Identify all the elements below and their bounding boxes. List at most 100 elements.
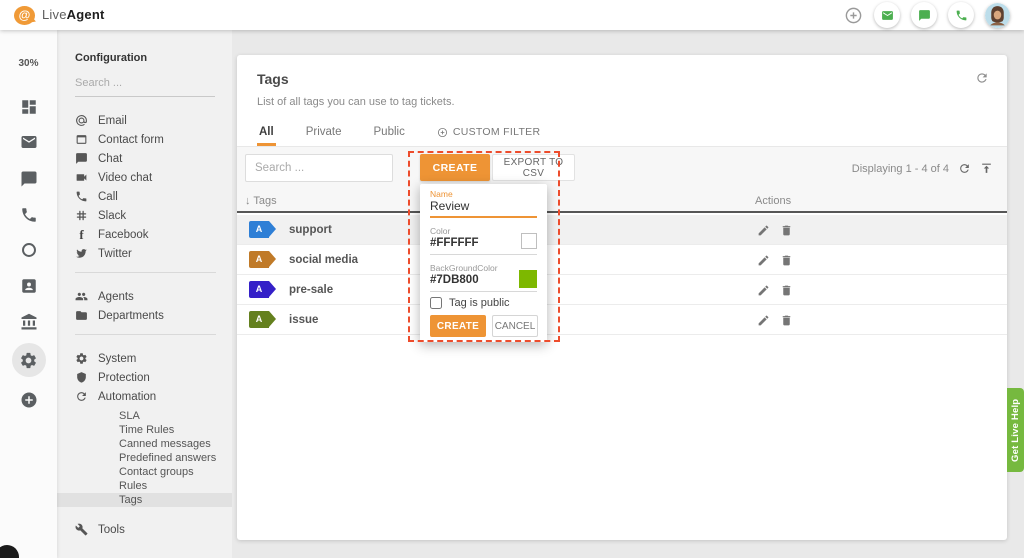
sidebar-item-rules[interactable]: Rules: [57, 479, 232, 493]
chat-bubble-icon: [75, 152, 88, 165]
sidebar-item-tags[interactable]: Tags: [57, 493, 232, 507]
sidebar-item-sla[interactable]: SLA: [57, 409, 232, 423]
edit-icon[interactable]: [757, 314, 770, 327]
search-input[interactable]: [245, 154, 393, 182]
new-call-button[interactable]: [948, 2, 974, 28]
new-chat-button[interactable]: [911, 2, 937, 28]
sidebar-item-call[interactable]: Call: [75, 187, 232, 206]
ring-icon: [20, 241, 38, 259]
color-value[interactable]: #FFFFFF: [430, 237, 479, 249]
email-icon: [881, 9, 894, 22]
name-label: Name: [430, 189, 453, 199]
add-new-icon[interactable]: [844, 6, 863, 25]
tag-letter: A: [255, 314, 263, 324]
get-live-help-button[interactable]: Get Live Help: [1007, 388, 1024, 472]
tags-table-body: A support A social media A pre-sale A is…: [237, 215, 1007, 335]
sidebar-tools: Tools: [75, 520, 232, 539]
sidebar-item-email[interactable]: Email: [75, 111, 232, 130]
delete-icon[interactable]: [780, 254, 793, 267]
tab-custom-filter[interactable]: CUSTOM FILTER: [435, 121, 543, 146]
tag-pill: A: [249, 221, 276, 238]
sidebar-directory: Agents Departments: [75, 287, 232, 325]
sidebar-item-departments[interactable]: Departments: [75, 306, 232, 325]
chat-icon: [918, 9, 931, 22]
folder-icon: [75, 309, 88, 322]
logo-text-live: Live: [42, 7, 67, 22]
refresh-icon[interactable]: [975, 71, 989, 85]
edit-icon[interactable]: [757, 224, 770, 237]
sidebar-item-twitter[interactable]: Twitter: [75, 244, 232, 263]
sidebar-channels: Email Contact form Chat Video chat Call …: [75, 111, 232, 263]
color-label: Color: [430, 226, 451, 236]
background-color-swatch[interactable]: [519, 270, 537, 288]
sidebar-item-agents[interactable]: Agents: [75, 287, 232, 306]
tag-letter: A: [255, 224, 263, 234]
sidebar-item-contact-groups[interactable]: Contact groups: [57, 465, 232, 479]
column-header-tags[interactable]: ↓ Tags: [245, 195, 277, 207]
sidebar-item-system[interactable]: System: [75, 349, 232, 368]
scroll-to-top-icon[interactable]: [980, 162, 993, 175]
people-icon: [75, 290, 88, 303]
usage-percent: 30%: [18, 58, 39, 69]
edit-icon[interactable]: [757, 254, 770, 267]
sidebar-item-time-rules[interactable]: Time Rules: [57, 423, 232, 437]
tab-private[interactable]: Private: [304, 121, 344, 146]
tab-public[interactable]: Public: [372, 121, 407, 146]
rail-settings-item[interactable]: [0, 343, 57, 377]
sidebar-item-tools[interactable]: Tools: [75, 520, 232, 539]
sidebar-item-chat[interactable]: Chat: [75, 149, 232, 168]
rail-tickets-item[interactable]: [0, 133, 57, 151]
sidebar-item-video-chat[interactable]: Video chat: [75, 168, 232, 187]
sidebar-divider: [75, 334, 216, 335]
delete-icon[interactable]: [780, 314, 793, 327]
rail-online-item[interactable]: [0, 241, 57, 259]
background-color-label: BackGroundColor: [430, 263, 498, 273]
contact-card-icon: [20, 277, 38, 295]
sidebar-item-predefined-answers[interactable]: Predefined answers: [57, 451, 232, 465]
gear-icon: [75, 352, 88, 365]
facebook-icon: f: [79, 227, 84, 242]
sidebar-item-canned-messages[interactable]: Canned messages: [57, 437, 232, 451]
rail-companies-item[interactable]: [0, 313, 57, 331]
form-icon: [75, 133, 88, 146]
tab-all[interactable]: All: [257, 121, 276, 146]
tag-name: social media: [289, 254, 359, 266]
wrench-icon: [75, 523, 88, 536]
sidebar-search-input[interactable]: [75, 77, 215, 97]
edit-icon[interactable]: [757, 284, 770, 297]
avatar[interactable]: [985, 2, 1010, 28]
refresh-icon[interactable]: [958, 162, 971, 175]
popup-cancel-button[interactable]: CANCEL: [492, 315, 538, 337]
tag-pill: A: [249, 311, 276, 328]
create-button[interactable]: CREATE: [420, 154, 490, 181]
sidebar-item-automation[interactable]: Automation: [75, 387, 232, 406]
row-actions: [757, 254, 793, 267]
delete-icon[interactable]: [780, 224, 793, 237]
table-row: A social media: [237, 245, 1007, 275]
phone-icon: [955, 9, 968, 22]
sidebar-item-facebook[interactable]: f Facebook: [75, 225, 232, 244]
sidebar-item-contact-form[interactable]: Contact form: [75, 130, 232, 149]
tag-public-checkbox[interactable]: [430, 297, 442, 309]
export-to-csv-button[interactable]: EXPORT TO CSV: [492, 154, 575, 181]
sidebar-item-protection[interactable]: Protection: [75, 368, 232, 387]
tag-is-public-row: Tag is public: [430, 297, 510, 309]
rail-dashboard-item[interactable]: [0, 98, 57, 116]
twitter-icon: [75, 247, 88, 260]
rail-add-item[interactable]: [0, 391, 57, 409]
tag-name: pre-sale: [289, 284, 334, 296]
popup-create-button[interactable]: CREATE: [430, 315, 486, 337]
delete-icon[interactable]: [780, 284, 793, 297]
color-swatch[interactable]: [521, 233, 537, 249]
liveagent-logo[interactable]: @ LiveAgent: [14, 5, 105, 25]
new-email-button[interactable]: [874, 2, 900, 28]
sidebar-item-slack[interactable]: Slack: [75, 206, 232, 225]
background-color-value[interactable]: #7DB800: [430, 274, 479, 286]
tag-name-input[interactable]: [430, 199, 537, 218]
settings-active-highlight: [11, 343, 46, 377]
rail-chats-item[interactable]: [0, 170, 57, 188]
rail-calls-item[interactable]: [0, 206, 57, 224]
logo-text-agent: Agent: [66, 7, 105, 22]
create-tag-popup: Name Color #FFFFFF BackGroundColor #7DB8…: [420, 184, 547, 342]
rail-contacts-item[interactable]: [0, 277, 57, 295]
